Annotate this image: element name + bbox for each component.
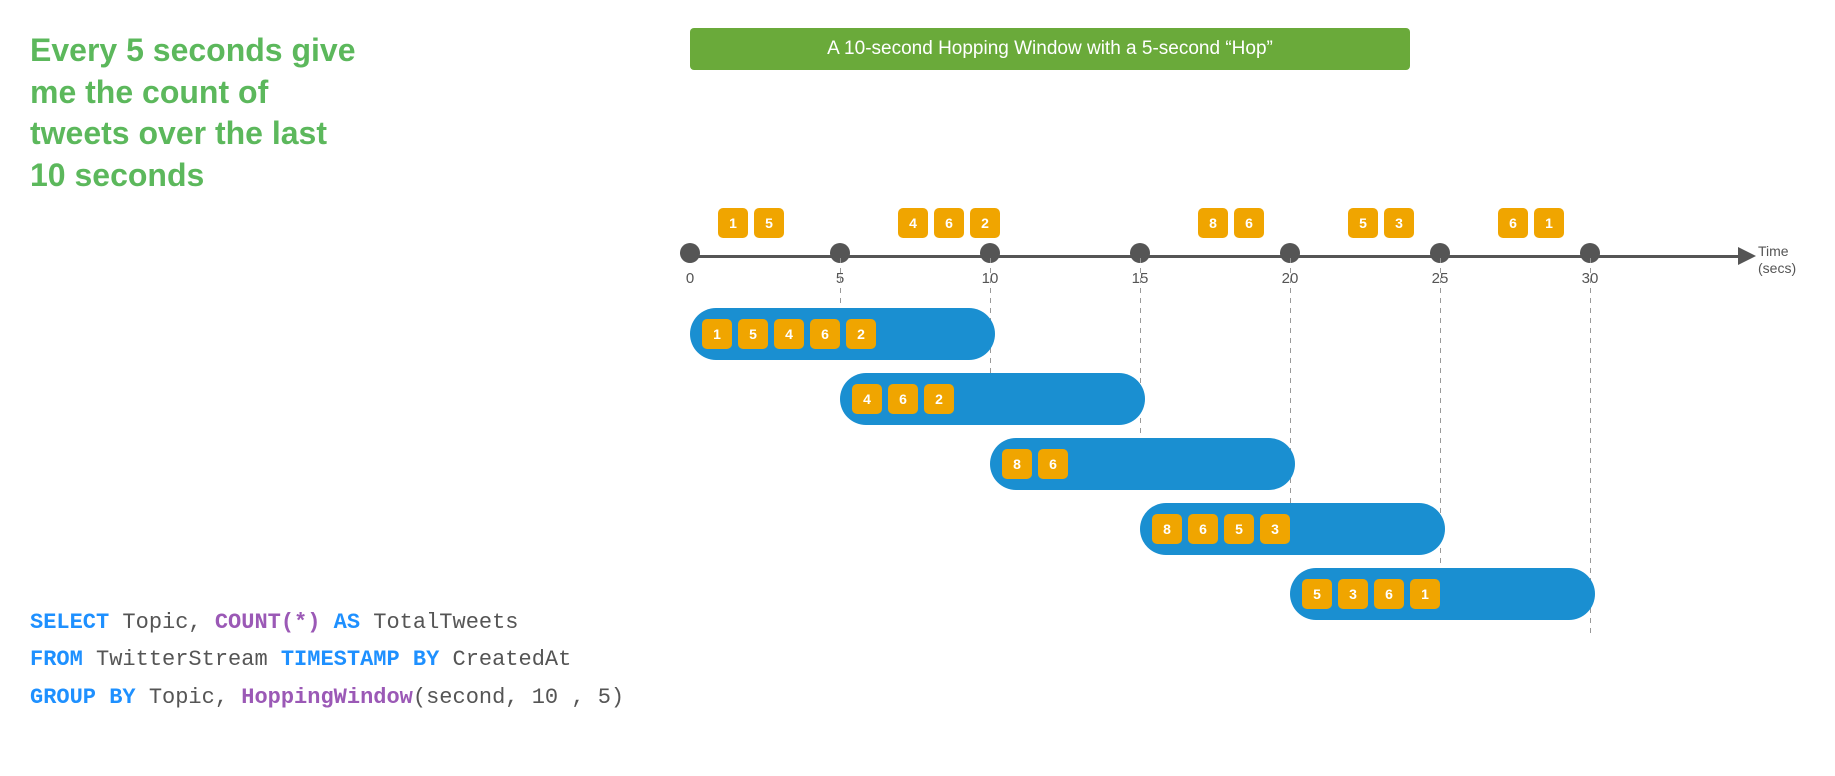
wt-2-3: 2 [924, 384, 954, 414]
top-token-4a: 4 [898, 208, 928, 238]
sql-select-kw: SELECT [30, 610, 109, 635]
sql-line-3: GROUP BY Topic, HoppingWindow(second, 10… [30, 679, 624, 716]
tick-0 [680, 243, 700, 263]
wt-4-3: 5 [1224, 514, 1254, 544]
wt-5-2: 3 [1338, 579, 1368, 609]
wt-2-2: 6 [888, 384, 918, 414]
wt-3-2: 6 [1038, 449, 1068, 479]
top-token-1b: 1 [1534, 208, 1564, 238]
wt-2-1: 4 [852, 384, 882, 414]
top-token-2a: 2 [970, 208, 1000, 238]
wt-4-4: 3 [1260, 514, 1290, 544]
sql-block: SELECT Topic, COUNT(*) AS TotalTweets FR… [30, 604, 624, 716]
sql-group-kw: GROUP [30, 685, 96, 710]
wt-1-1: 1 [702, 319, 732, 349]
wt-1-4: 6 [810, 319, 840, 349]
dashed-2 [1140, 258, 1141, 458]
top-token-8a: 8 [1198, 208, 1228, 238]
axis-label: Time (secs) [1758, 243, 1796, 277]
window-bar-1: 1 5 4 6 2 [690, 308, 995, 360]
tick-label-0: 0 [686, 270, 694, 287]
top-token-3a: 3 [1384, 208, 1414, 238]
wt-5-4: 1 [1410, 579, 1440, 609]
wt-4-2: 6 [1188, 514, 1218, 544]
axis-arrow [1738, 247, 1756, 265]
window-bar-4: 8 6 5 3 [1140, 503, 1445, 555]
top-token-6b: 6 [1234, 208, 1264, 238]
top-token-5a: 5 [754, 208, 784, 238]
window-bar-2: 4 6 2 [840, 373, 1145, 425]
wt-5-3: 6 [1374, 579, 1404, 609]
title-bar: A 10-second Hopping Window with a 5-seco… [690, 28, 1410, 70]
sql-from-kw: FROM [30, 647, 83, 672]
top-token-5b: 5 [1348, 208, 1378, 238]
wt-1-5: 2 [846, 319, 876, 349]
wt-3-1: 8 [1002, 449, 1032, 479]
timeline-area: Time (secs) 0 5 10 15 20 25 30 1 5 4 6 2… [630, 80, 1790, 680]
window-bar-3: 8 6 [990, 438, 1295, 490]
wt-5-1: 5 [1302, 579, 1332, 609]
wt-1-3: 4 [774, 319, 804, 349]
description-text: Every 5 seconds give me the count of twe… [30, 30, 370, 196]
window-bar-5: 5 3 6 1 [1290, 568, 1595, 620]
sql-line-1: SELECT Topic, COUNT(*) AS TotalTweets [30, 604, 624, 641]
sql-count-kw: COUNT(*) [215, 610, 321, 635]
wt-1-2: 5 [738, 319, 768, 349]
sql-hopping-kw: HoppingWindow [241, 685, 413, 710]
top-token-6a: 6 [934, 208, 964, 238]
wt-4-1: 8 [1152, 514, 1182, 544]
top-token-1: 1 [718, 208, 748, 238]
sql-line-2: FROM TwitterStream TIMESTAMP BY CreatedA… [30, 641, 624, 678]
top-token-6c: 6 [1498, 208, 1528, 238]
sql-timestamp-kw: TIMESTAMP [281, 647, 400, 672]
